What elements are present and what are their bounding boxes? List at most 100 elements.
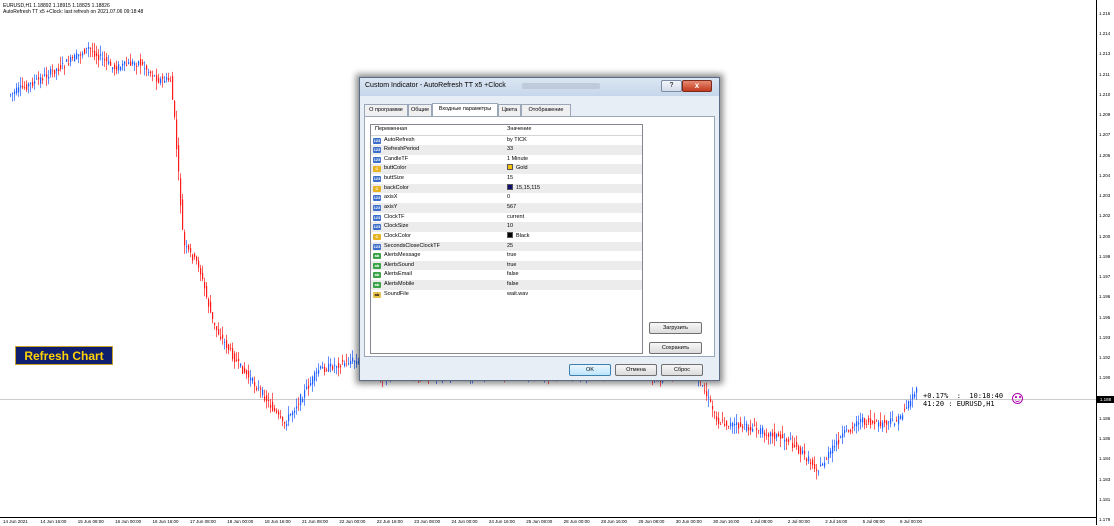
close-button[interactable]: x <box>682 80 712 92</box>
parameter-value[interactable]: 33 <box>507 145 513 155</box>
parameter-value-text: true <box>507 252 517 259</box>
candle-body <box>266 395 268 402</box>
candle-body <box>36 78 38 80</box>
current-price-label: 1.188 <box>1097 396 1114 403</box>
parameter-name: buttColor <box>384 165 407 172</box>
parameter-value-text: by TICK <box>507 136 527 143</box>
parameters-table[interactable]: Переменная Значение 123 AutoRefresh by TIC… <box>370 124 643 354</box>
candle-body <box>754 425 756 427</box>
candle-body <box>334 364 336 367</box>
parameter-value[interactable]: false <box>507 270 519 280</box>
parameter-name: SecondsCloseClockTF <box>384 242 440 249</box>
parameter-value[interactable]: 15 <box>507 174 513 184</box>
cancel-button[interactable]: Отмена <box>615 364 657 376</box>
candle-body <box>268 399 270 401</box>
candle-body <box>818 471 820 473</box>
time-axis-label: 28 Jun 16:00 <box>601 519 628 524</box>
time-axis-label: 25 Jun 08:00 <box>526 519 553 524</box>
candle-body <box>838 439 840 444</box>
tab-colors[interactable]: Цвета <box>498 104 521 116</box>
help-button[interactable]: ? <box>661 80 682 92</box>
candle-body <box>254 381 256 387</box>
time-axis-label: 21 Jun 08:00 <box>302 519 329 524</box>
parameter-value[interactable]: 1 Minute <box>507 155 528 165</box>
parameter-value[interactable]: 15,15,115 <box>507 183 540 194</box>
parameter-row[interactable]: ab AlertsMobile false <box>371 280 642 290</box>
candle-body <box>908 400 910 409</box>
parameter-row[interactable]: 123 ClockTF current <box>371 213 642 223</box>
parameter-row[interactable]: 123 ClockSize 10 <box>371 222 642 232</box>
parameter-row[interactable]: ab AlertsMessage true <box>371 251 642 261</box>
candle-body <box>316 371 318 374</box>
candle-body <box>172 76 174 100</box>
tab-inputs[interactable]: Входные параметры <box>432 103 498 116</box>
parameter-row[interactable]: 123 axisY 567 <box>371 202 642 213</box>
color-swatch <box>507 231 513 238</box>
parameter-row[interactable]: ab AlertsEmail false <box>371 270 642 280</box>
tab-about[interactable]: О программе <box>364 104 408 116</box>
parameter-value[interactable]: by TICK <box>507 136 527 146</box>
candle-body <box>168 77 170 81</box>
reset-button[interactable]: Сброс <box>661 364 703 376</box>
parameter-value[interactable]: wait.wav <box>507 290 528 300</box>
candle-body <box>38 77 40 80</box>
candle-body <box>912 394 914 400</box>
parameter-value[interactable]: false <box>507 280 519 290</box>
price-scale-label: 1.186 <box>1099 415 1111 421</box>
candle-body <box>228 344 230 351</box>
parameter-row[interactable]: 123 RefreshPeriod 33 <box>371 145 642 155</box>
tab-common[interactable]: Общие <box>408 104 432 116</box>
price-scale[interactable]: 1.216 1.214 1.213 1.211 1.210 1.209 1.207 1.206… <box>1096 0 1114 525</box>
candle-body <box>42 78 44 81</box>
refresh-chart-button[interactable]: Refresh Chart <box>15 346 113 365</box>
parameter-row[interactable]: CbuttColor Gold <box>371 164 642 175</box>
parameter-row[interactable]: 123 AutoRefresh by TICK <box>371 136 642 146</box>
parameter-name: SoundFile <box>384 290 409 297</box>
parameter-value[interactable]: Gold <box>507 164 528 174</box>
candle-body <box>716 416 718 421</box>
parameter-value[interactable]: current <box>507 213 524 223</box>
parameter-value-text: true <box>507 261 517 268</box>
candle-body <box>870 418 872 426</box>
candle-body <box>108 61 110 64</box>
tab-visualization[interactable]: Отображение <box>521 104 571 116</box>
parameter-value[interactable]: 0 <box>507 193 510 203</box>
candle-body <box>236 359 238 361</box>
parameter-value[interactable]: true <box>507 251 516 261</box>
time-axis-label: 1 Jul 08:00 <box>750 519 773 524</box>
candle-body <box>120 66 122 70</box>
candle-body <box>340 365 342 368</box>
parameter-row[interactable]: 123 SecondsCloseClockTF 25 <box>371 241 642 252</box>
save-button[interactable]: Сохранить <box>649 342 702 354</box>
parameter-row[interactable]: C ClockColor Black <box>371 231 642 242</box>
candle-body <box>730 423 732 427</box>
candle-body <box>186 246 188 248</box>
parameter-row[interactable]: 123 CandleTF 1 Minute <box>371 155 642 165</box>
indicator-status-text: AutoRefresh TT x5 +Clock: last refresh o… <box>3 9 144 15</box>
parameter-row[interactable]: 123 buttSize 15 <box>371 174 642 184</box>
candle-body <box>212 312 214 320</box>
price-scale-label: 1.204 <box>1099 172 1111 178</box>
parameter-value[interactable]: true <box>507 261 516 271</box>
parameter-row[interactable]: CbackColor 15,15,115 <box>371 183 642 194</box>
candle-body <box>48 76 50 79</box>
parameter-value-text: 1 Minute <box>507 155 529 162</box>
parameter-value[interactable]: 25 <box>507 242 513 252</box>
candle-body <box>114 64 116 70</box>
parameter-row[interactable]: 123 axisX 0 <box>371 193 642 203</box>
load-button[interactable]: Загрузить <box>649 322 702 334</box>
ok-button[interactable]: OK <box>569 364 611 376</box>
candle-body <box>720 424 722 425</box>
parameter-value[interactable]: 567 <box>507 203 516 213</box>
price-scale-label: 1.192 <box>1099 355 1111 361</box>
dialog-title-bar[interactable]: Custom Indicator - AutoRefresh TT x5 +Cl… <box>360 78 719 96</box>
parameter-value[interactable]: 10 <box>507 222 513 232</box>
parameter-row[interactable]: ab AlertsSound true <box>371 260 642 271</box>
parameter-name: AlertsSound <box>384 261 414 268</box>
candle-body <box>710 399 712 402</box>
candle-body <box>64 66 66 68</box>
parameter-name: ClockColor <box>384 232 411 239</box>
parameter-row[interactable]: ab SoundFile wait.wav <box>371 290 642 300</box>
parameter-value[interactable]: Black <box>507 231 529 242</box>
candle-body <box>174 100 176 117</box>
